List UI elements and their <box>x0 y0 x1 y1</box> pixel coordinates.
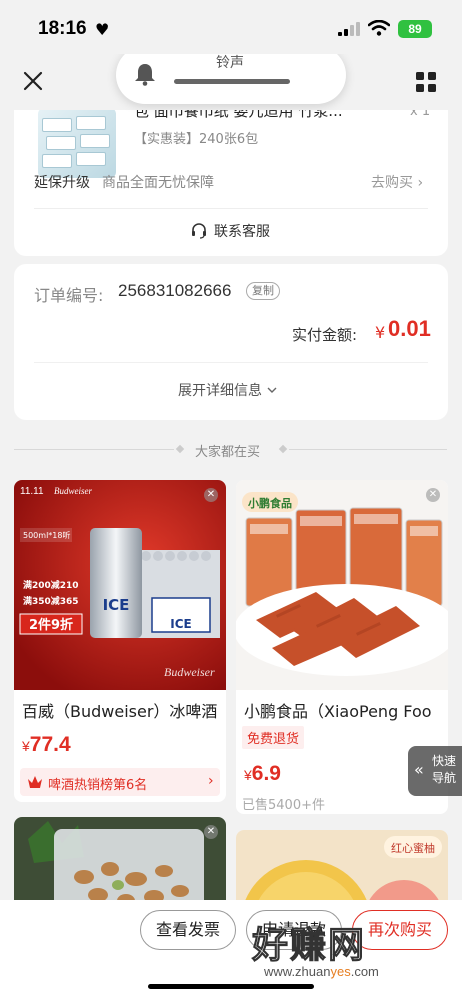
view-invoice-button[interactable]: 查看发票 <box>140 910 236 950</box>
recommend-item-price: ¥6.9 <box>244 762 281 785</box>
grid-menu-icon[interactable] <box>414 70 438 94</box>
beer-can-ice: ICE <box>103 596 130 614</box>
recommend-item-title: 小鹏食品（XiaoPeng Foo <box>244 702 432 721</box>
status-time: 18:16 <box>38 18 87 39</box>
sold-count: 已售5400+件 <box>242 798 325 813</box>
bottom-action-bar: 查看发票 申请退款 再次购买 <box>0 900 462 1000</box>
ringtone-label: 铃声 <box>216 55 244 71</box>
expand-details-button[interactable]: 展开详细信息 <box>178 380 278 400</box>
jerky-brand: 小鹏食品 <box>247 496 292 510</box>
beer-promo-3: 满350减365 <box>23 595 79 607</box>
warranty-title: 延保升级 <box>34 175 90 191</box>
apply-refund-button[interactable]: 申请退款 <box>246 910 342 950</box>
dismiss-icon[interactable]: ✕ <box>204 825 218 839</box>
crown-icon <box>28 776 42 788</box>
beer-brand-top: Budweiser <box>54 486 92 496</box>
order-info-card: 订单编号: 256831082666 复制 实付金额: ¥ 0.01 展开详细信… <box>14 264 448 420</box>
beer-promo-1: 500ml*18听 <box>23 531 70 540</box>
section-diamond-left <box>175 444 185 454</box>
warranty-buy-link[interactable]: 去购买 › <box>371 172 423 192</box>
chevron-right-icon: › <box>208 773 214 789</box>
rank-bar[interactable]: 啤酒热销榜第6名 › <box>20 768 220 796</box>
close-icon[interactable] <box>20 68 46 94</box>
home-indicator <box>148 984 314 989</box>
status-bar: 18:16 ♥ 89 <box>0 0 462 54</box>
bell-icon <box>135 64 155 86</box>
buy-again-button[interactable]: 再次购买 <box>352 910 448 950</box>
product-thumbnail[interactable] <box>38 108 116 178</box>
rank-text: 啤酒热销榜第6名 <box>48 778 148 793</box>
copy-button[interactable]: 复制 <box>246 282 280 300</box>
recommend-item-price: ¥77.4 <box>22 733 71 756</box>
product-spec: 【实惠装】240张6包 <box>134 132 259 147</box>
beer-box-ice: ICE <box>170 617 191 631</box>
order-number: 256831082666 <box>118 281 232 300</box>
heart-icon: ♥ <box>95 20 110 39</box>
recommend-item-title: 百威（Budweiser）冰啤酒 <box>22 702 218 721</box>
beer-11-label: 11.11 <box>20 486 44 497</box>
budweiser-image: ICE ICE 11.11 Budweiser 500ml*18听 满200减2… <box>14 480 226 690</box>
recommend-section-title: 大家都在买 <box>195 445 261 460</box>
quick-nav-label: 快速导航 <box>432 754 457 785</box>
beer-promo-2: 满200减210 <box>23 579 79 591</box>
dismiss-icon[interactable]: ✕ <box>426 488 440 502</box>
battery-indicator: 89 <box>398 20 432 38</box>
double-chevron-left-icon: « <box>414 760 424 779</box>
warranty-desc: 商品全面无忧保障 <box>102 175 214 191</box>
pomelo-badge: 红心蜜柚 <box>391 841 435 855</box>
paid-amount: 0.01 <box>388 316 431 341</box>
free-return-tag: 免费退货 <box>242 726 305 749</box>
paid-amount-label: 实付金额: <box>292 326 358 344</box>
paid-currency: ¥ <box>375 323 386 342</box>
contact-service-button[interactable]: 联系客服 <box>190 221 270 241</box>
expand-details-label: 展开详细信息 <box>178 383 262 399</box>
dismiss-icon[interactable]: ✕ <box>204 488 218 502</box>
order-number-label: 订单编号: <box>34 286 104 305</box>
ringtone-popup[interactable]: 铃声 <box>116 46 346 104</box>
wifi-icon <box>368 20 390 36</box>
beer-brand-bottom: Budweiser <box>164 665 215 679</box>
top-nav: 铃声 <box>0 46 462 110</box>
section-line-right <box>289 449 447 450</box>
section-line-left <box>14 449 174 450</box>
chevron-down-icon <box>267 387 277 393</box>
contact-service-label: 联系客服 <box>214 224 270 240</box>
divider <box>34 362 428 363</box>
ringtone-volume-bar[interactable] <box>174 79 290 84</box>
signal-icon <box>338 22 360 36</box>
jerky-image: 小鹏食品 <box>236 480 448 690</box>
section-diamond-right <box>278 444 288 454</box>
beer-discount: 2件9折 <box>29 617 73 633</box>
headset-icon <box>192 223 206 239</box>
divider <box>34 208 428 209</box>
quick-nav-button[interactable]: « 快速导航 <box>408 746 462 796</box>
recommend-section-header: 大家都在买 <box>0 440 462 460</box>
recommend-card-budweiser[interactable]: ICE ICE 11.11 Budweiser 500ml*18听 满200减2… <box>14 480 226 802</box>
